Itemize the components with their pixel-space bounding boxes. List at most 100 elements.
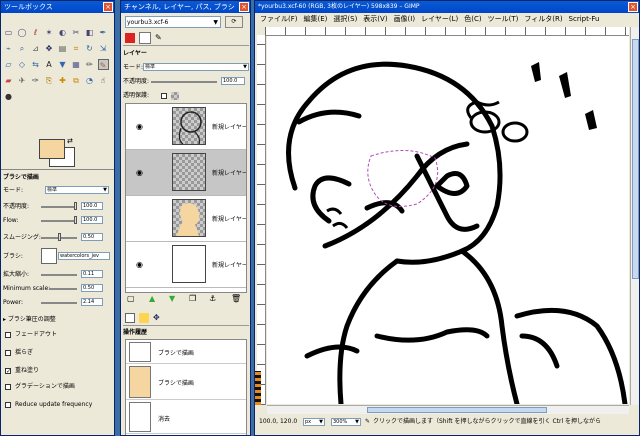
flip-icon[interactable]: ⇆ (30, 59, 41, 70)
menu-edit[interactable]: 編集(E) (301, 14, 331, 25)
smoothing-input[interactable]: 0.50 (81, 233, 103, 241)
menu-view[interactable]: 表示(V) (360, 14, 390, 25)
navigation-tab-icon[interactable]: ✥ (153, 313, 163, 323)
opacity-input[interactable]: 100.0 (81, 202, 103, 210)
paths-icon[interactable]: ✒ (98, 27, 109, 38)
menu-select[interactable]: 選択(S) (330, 14, 360, 25)
layers-dock-titlebar[interactable]: チャンネル, レイヤー, パス, ブラシ × (121, 1, 250, 13)
min-scale-slider[interactable] (49, 288, 77, 290)
horizontal-ruler[interactable] (265, 27, 629, 36)
gradient-checkbox[interactable] (5, 384, 11, 390)
canvas-area[interactable] (267, 36, 629, 404)
brush-name-field[interactable]: watercolors_jev (58, 252, 110, 260)
rotate-icon[interactable]: ↻ (84, 43, 95, 54)
scale-input[interactable]: 0.11 (81, 270, 103, 278)
duplicate-layer-icon[interactable]: ❐ (189, 293, 196, 305)
eye-icon[interactable]: ◉ (136, 168, 143, 177)
color-picker-icon[interactable]: ⌁ (3, 43, 14, 54)
perspective-clone-icon[interactable]: ⧉ (71, 75, 82, 86)
lock-alpha-checkbox[interactable] (161, 93, 167, 99)
scrollbar-thumb[interactable] (632, 39, 639, 279)
history-item[interactable]: ブラシで描画 (126, 364, 246, 400)
history-item[interactable]: 消去 (126, 400, 246, 434)
scrollbar-thumb[interactable] (367, 407, 547, 413)
scale-slider[interactable] (41, 274, 77, 276)
blur-icon[interactable]: ◔ (84, 75, 95, 86)
magic-wand-icon[interactable]: ✶ (44, 27, 55, 38)
perspective-icon[interactable]: ◇ (17, 59, 28, 70)
menu-tools[interactable]: ツール(T) (485, 14, 522, 25)
clone-icon[interactable]: ⎘ (44, 75, 55, 86)
layer-row[interactable]: ◉ 新規レイヤー (126, 104, 246, 150)
flow-slider-thumb[interactable] (74, 216, 77, 224)
layer-row[interactable]: 新規レイヤー (126, 196, 246, 242)
bucket-fill-icon[interactable]: ▼ (57, 59, 68, 70)
jitter-checkbox[interactable] (5, 350, 11, 356)
rect-select-icon[interactable]: ▭ (3, 27, 14, 38)
eye-icon[interactable]: ◉ (136, 260, 143, 269)
opacity-slider-thumb[interactable] (74, 202, 77, 210)
zoom-select[interactable]: 300% ▼ (331, 418, 361, 426)
image-selector[interactable]: yourbu3.xcf-6 ▼ (125, 16, 221, 28)
close-icon[interactable]: × (239, 2, 249, 12)
opacity-slider[interactable] (41, 206, 77, 208)
menu-file[interactable]: ファイル(F) (257, 14, 301, 25)
close-icon[interactable]: × (628, 2, 638, 12)
airbrush-icon[interactable]: ✈ (17, 75, 28, 86)
layer-mode-select[interactable]: 標準 ▼ (143, 63, 249, 71)
brushes-tab-icon[interactable] (139, 313, 149, 323)
eye-icon[interactable]: ◉ (136, 122, 143, 131)
anchor-layer-icon[interactable]: ⚓ (209, 293, 216, 305)
foreground-select-icon[interactable]: ◧ (84, 27, 95, 38)
smudge-icon[interactable]: ☝ (98, 75, 109, 86)
auto-button[interactable]: ⟳ (225, 16, 243, 28)
flow-input[interactable]: 100.0 (81, 216, 103, 224)
history-item[interactable]: ブラシで描画 (126, 340, 246, 364)
layer-row[interactable]: ◉ 新規レイヤー (126, 242, 246, 288)
swap-colors-icon[interactable]: ⇄ (67, 137, 73, 145)
zoom-icon[interactable]: ⌕ (17, 43, 28, 54)
vertical-scrollbar[interactable] (630, 27, 639, 405)
ink-icon[interactable]: ✑ (30, 75, 41, 86)
paths-tab-icon[interactable]: ✎ (155, 33, 165, 43)
ellipse-select-icon[interactable]: ◯ (17, 27, 28, 38)
power-slider[interactable] (41, 302, 77, 304)
close-icon[interactable]: × (103, 2, 113, 12)
horizontal-scrollbar[interactable] (267, 405, 629, 414)
text-icon[interactable]: A (44, 59, 55, 70)
flow-slider[interactable] (41, 220, 77, 222)
scale-icon[interactable]: ⇲ (98, 43, 109, 54)
pressure-expander[interactable]: ▸ ブラシ筆圧の調整 (3, 315, 56, 324)
move-icon[interactable]: ✥ (44, 43, 55, 54)
measure-icon[interactable]: ⊿ (30, 43, 41, 54)
min-scale-input[interactable]: 0.50 (81, 284, 103, 292)
foreground-color-swatch[interactable] (39, 139, 65, 159)
heal-icon[interactable]: ✚ (57, 75, 68, 86)
smoothing-slider-thumb[interactable] (57, 233, 61, 241)
scissors-icon[interactable]: ✂ (71, 27, 82, 38)
unit-select[interactable]: px ▼ (303, 418, 325, 426)
reduce-update-checkbox[interactable] (5, 402, 11, 408)
eraser-icon[interactable]: ▰ (3, 75, 14, 86)
blend-icon[interactable]: ▦ (71, 59, 82, 70)
layer-opacity-slider[interactable] (151, 81, 217, 83)
lasso-icon[interactable]: ℓ (30, 27, 41, 38)
vertical-ruler[interactable] (257, 35, 266, 405)
layer-row[interactable]: ◉ 新規レイヤー (126, 150, 246, 196)
menu-colors[interactable]: 色(C) (461, 14, 484, 25)
canvas-titlebar[interactable]: *yourbu3.xcf-60 (RGB, 3枚のレイヤー) 598x839 –… (255, 1, 639, 13)
menu-filters[interactable]: フィルタ(R) (521, 14, 565, 25)
delete-layer-icon[interactable]: 🗑 (231, 293, 241, 305)
lower-layer-icon[interactable]: ▼ (169, 293, 175, 305)
color-select-icon[interactable]: ◐ (57, 27, 68, 38)
raise-layer-icon[interactable]: ▲ (149, 293, 155, 305)
fade-checkbox[interactable] (5, 332, 11, 338)
paintbrush-icon[interactable]: ✎ (97, 59, 109, 70)
mode-select[interactable]: 標準 ▼ (45, 186, 109, 194)
incremental-checkbox[interactable]: ✓ (5, 368, 11, 375)
layer-opacity-input[interactable]: 100.0 (221, 77, 245, 85)
menu-image[interactable]: 画像(I) (391, 14, 419, 25)
shear-icon[interactable]: ▱ (3, 59, 14, 70)
power-input[interactable]: 2.14 (81, 298, 103, 306)
align-icon[interactable]: ▤ (57, 43, 68, 54)
